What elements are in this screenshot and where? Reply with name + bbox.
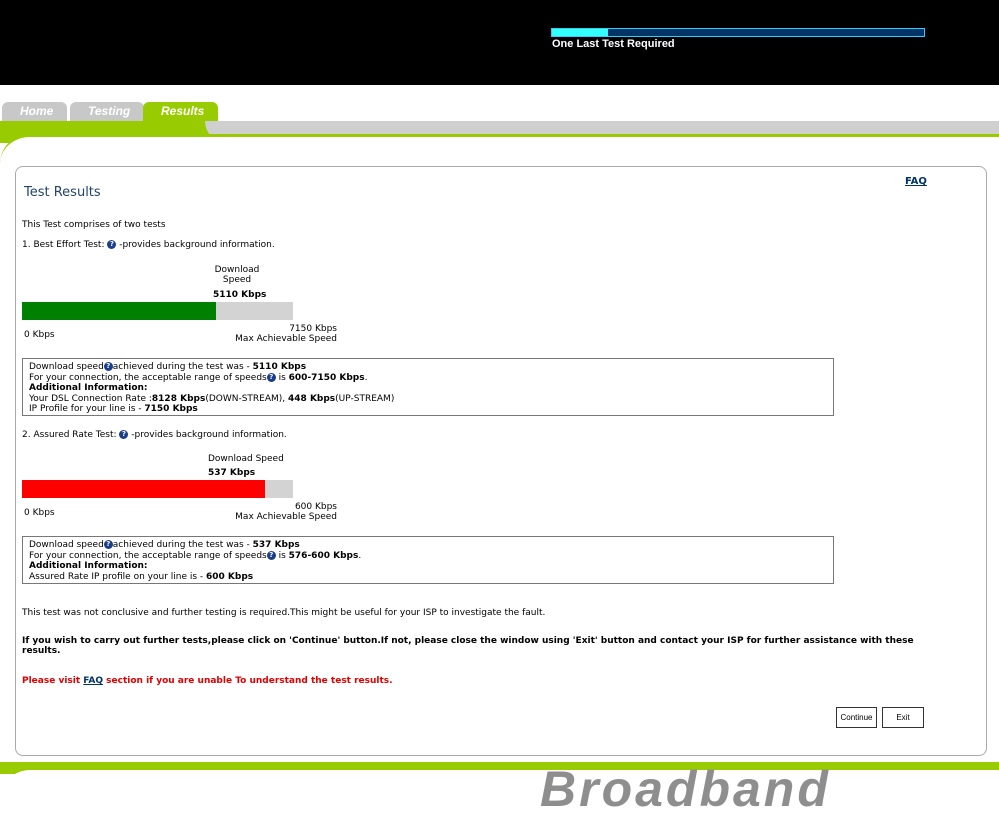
help-icon[interactable]: ?	[103, 540, 113, 549]
tab-results[interactable]: Results	[143, 102, 219, 121]
t2-l1a: Download speed	[29, 540, 104, 550]
t1-l4c: (UP-STREAM)	[335, 393, 395, 404]
test2-speed-label: Download Speed	[208, 454, 284, 464]
t1-l4-v2: 448 Kbps	[288, 393, 336, 404]
conclusion-text: This test was not conclusive and further…	[22, 608, 546, 618]
test1-info-line5: IP Profile for your line is - 7150 Kbps	[29, 404, 827, 415]
tab-testing[interactable]: Testing	[70, 102, 145, 121]
test1-info-line3: Additional Information:	[29, 383, 827, 394]
test2-speed-value: 537 Kbps	[208, 468, 256, 478]
test1-info-line2: For your connection, the acceptable rang…	[29, 372, 827, 384]
t2-l1b: achieved during the test was -	[112, 540, 253, 550]
test1-min-label: 0 Kbps	[24, 330, 55, 340]
t1-l1-val: 5110 Kbps	[252, 362, 307, 372]
t2-l2-val: 576-600 Kbps	[288, 550, 359, 561]
test1-info-line1: Download speed? achieved during the test …	[29, 362, 827, 373]
test1-heading-prefix: 1. Best Effort Test:	[22, 240, 108, 250]
test2-max-value: 600 Kbps	[294, 502, 337, 512]
test1-speed-bar	[22, 302, 293, 320]
test1-heading-suffix: -provides background information.	[116, 240, 275, 250]
test2-info-box: Download speed? achieved during the test …	[22, 536, 834, 584]
test2-heading-prefix: 2. Assured Rate Test:	[22, 430, 120, 440]
header-bar: One Last Test Required	[0, 0, 999, 85]
visit-prefix: Please visit	[22, 676, 84, 686]
test2-max-caption: Max Achievable Speed	[235, 512, 337, 522]
t1-l5a: IP Profile for your line is -	[29, 404, 145, 414]
t1-l2-end: .	[364, 372, 368, 383]
t2-l4a: Assured Rate IP profile on your line is …	[29, 571, 207, 582]
test1-info-box: Download speed? achieved during the test …	[22, 358, 834, 416]
test2-heading: 2. Assured Rate Test: ? -provides backgr…	[22, 430, 287, 440]
test1-speed-label-line2: Speed	[222, 275, 252, 285]
t1-l2-val: 600-7150 Kbps	[288, 372, 365, 383]
t1-l4a: Your DSL Connection Rate :	[29, 393, 152, 404]
test2-heading-suffix: -provides background information.	[128, 430, 287, 440]
help-icon[interactable]: ?	[103, 362, 113, 371]
test2-min-label: 0 Kbps	[24, 508, 55, 518]
faq-link[interactable]: FAQ	[905, 176, 927, 187]
page-title: Test Results	[24, 185, 101, 200]
t1-l2a: For your connection, the acceptable rang…	[29, 372, 267, 383]
top-band-curve	[0, 134, 999, 167]
help-icon[interactable]: ?	[266, 372, 276, 382]
test1-heading: 1. Best Effort Test: ? -provides backgro…	[22, 240, 275, 250]
test2-speed-bar	[22, 480, 293, 498]
help-icon[interactable]: ?	[266, 550, 276, 560]
t1-l5-val: 7150 Kbps	[144, 404, 198, 414]
test1-speed-label: Download Speed	[213, 265, 261, 285]
broadband-logo: Broadband	[540, 761, 831, 817]
t2-l1-val: 537 Kbps	[252, 540, 300, 550]
t2-l3: Additional Information:	[29, 561, 148, 571]
test2-info-line3: Additional Information:	[29, 561, 827, 572]
test2-info-line2: For your connection, the acceptable rang…	[29, 550, 827, 562]
t1-l1b: achieved during the test was -	[112, 362, 253, 372]
instruction-text: If you wish to carry out further tests,p…	[22, 636, 914, 656]
t2-l2b: is	[275, 550, 289, 561]
t1-l4b: (DOWN-STREAM),	[205, 393, 289, 404]
progress-label: One Last Test Required	[552, 38, 675, 50]
test2-info-line1: Download speed? achieved during the test …	[29, 540, 827, 551]
test1-speed-bar-fill	[22, 302, 216, 320]
visit-faq-text: Please visit FAQ section if you are unab…	[22, 676, 393, 686]
t1-l4-v1: 8128 Kbps	[151, 393, 206, 404]
test-progress-bar	[551, 28, 925, 37]
results-panel	[15, 166, 987, 756]
test1-speed-label-line1: Download	[214, 265, 260, 275]
faq-inline-link[interactable]: FAQ	[83, 676, 103, 686]
t2-l2-end: .	[358, 550, 362, 561]
test2-info-line4: Assured Rate IP profile on your line is …	[29, 572, 827, 583]
test1-info-line4: Your DSL Connection Rate :8128 Kbps(DOWN…	[29, 394, 827, 405]
test2-max-label: 600 Kbps Max Achievable Speed	[224, 502, 337, 522]
continue-button[interactable]: Continue	[836, 707, 877, 728]
help-icon[interactable]: ?	[107, 240, 117, 249]
test1-max-value: 7150 Kbps	[289, 324, 337, 334]
test1-max-caption: Max Achievable Speed	[235, 334, 337, 344]
test-progress-fill	[552, 29, 608, 36]
test1-max-label: 7150 Kbps Max Achievable Speed	[224, 324, 337, 344]
t1-l2b: is	[275, 372, 289, 383]
test1-speed-value: 5110 Kbps	[213, 290, 267, 300]
visit-suffix: section if you are unable To understand …	[103, 676, 393, 686]
t2-l4-val: 600 Kbps	[206, 571, 254, 582]
t1-l3: Additional Information:	[29, 383, 148, 393]
tab-home[interactable]: Home	[2, 102, 68, 121]
t1-l1a: Download speed	[29, 362, 104, 372]
exit-button[interactable]: Exit	[882, 707, 924, 728]
bottom-band-curve	[0, 770, 999, 811]
t2-l2a: For your connection, the acceptable rang…	[29, 550, 267, 561]
intro-text: This Test comprises of two tests	[22, 220, 166, 230]
test2-speed-bar-fill	[22, 480, 265, 498]
